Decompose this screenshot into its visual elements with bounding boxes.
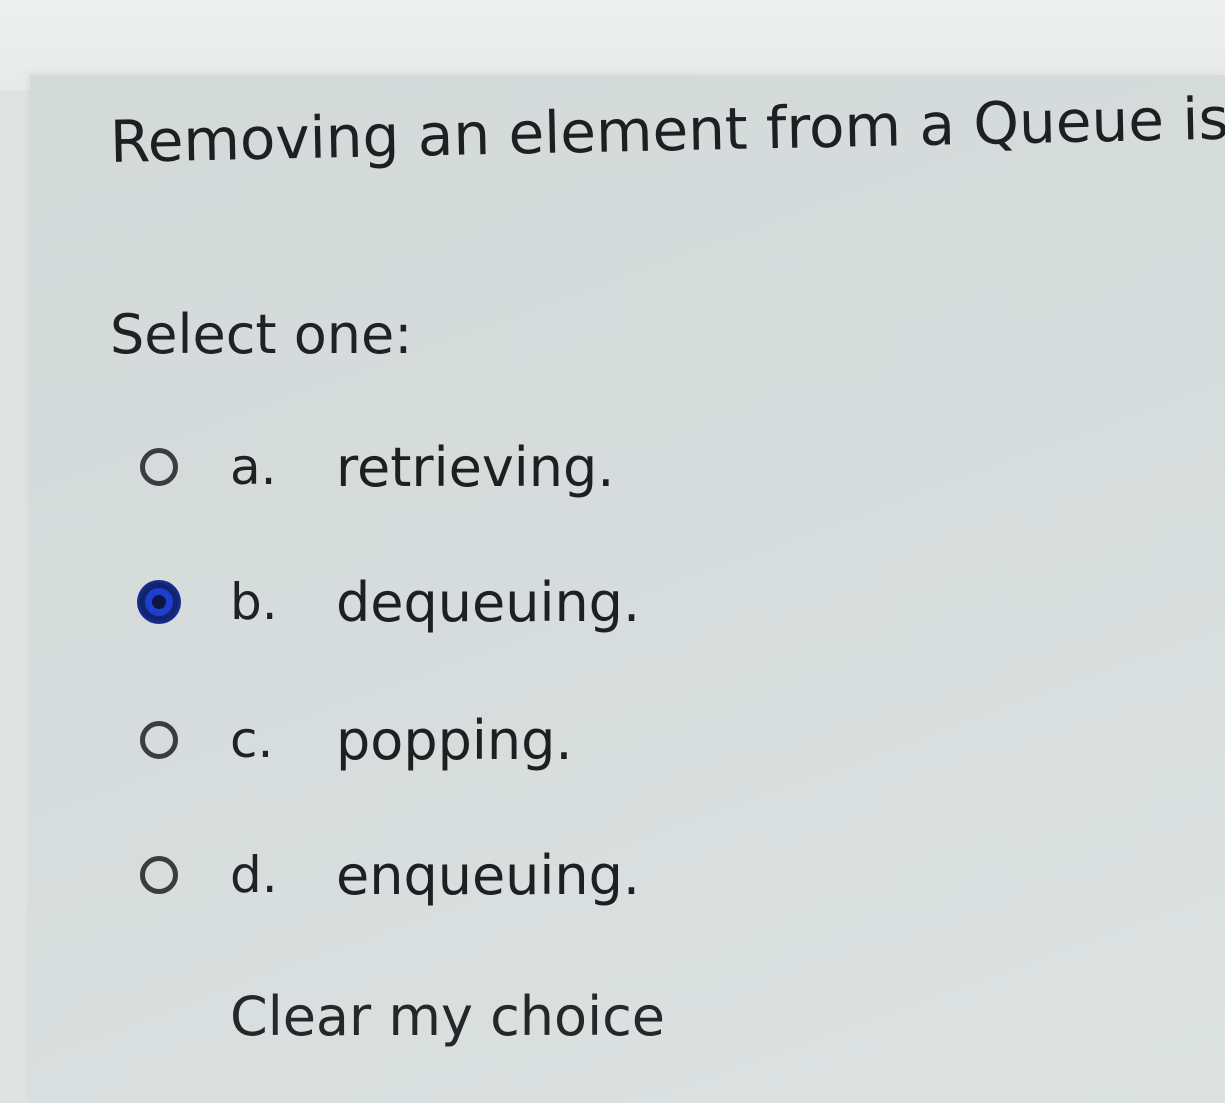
option-c-letter: c. (230, 711, 274, 769)
option-b[interactable]: b. dequeuing. (140, 567, 640, 637)
option-a-label: retrieving. (336, 435, 615, 499)
option-a[interactable]: a. retrieving. (140, 432, 614, 502)
option-b-radio[interactable] (140, 583, 178, 621)
select-one-prompt: Select one: (110, 303, 413, 366)
clear-choice-link[interactable]: Clear my choice (230, 985, 665, 1048)
option-b-label: dequeuing. (336, 570, 641, 634)
option-d-label: enqueuing. (336, 843, 641, 907)
option-b-letter: b. (230, 573, 278, 631)
option-d-letter: d. (230, 846, 278, 904)
option-d[interactable]: d. enqueuing. (140, 840, 640, 910)
option-a-letter: a. (230, 438, 277, 496)
option-d-radio[interactable] (140, 856, 178, 894)
option-c-label: popping. (336, 708, 573, 772)
option-c[interactable]: c. popping. (140, 705, 573, 775)
option-c-radio[interactable] (140, 721, 178, 759)
option-a-radio[interactable] (140, 448, 178, 486)
